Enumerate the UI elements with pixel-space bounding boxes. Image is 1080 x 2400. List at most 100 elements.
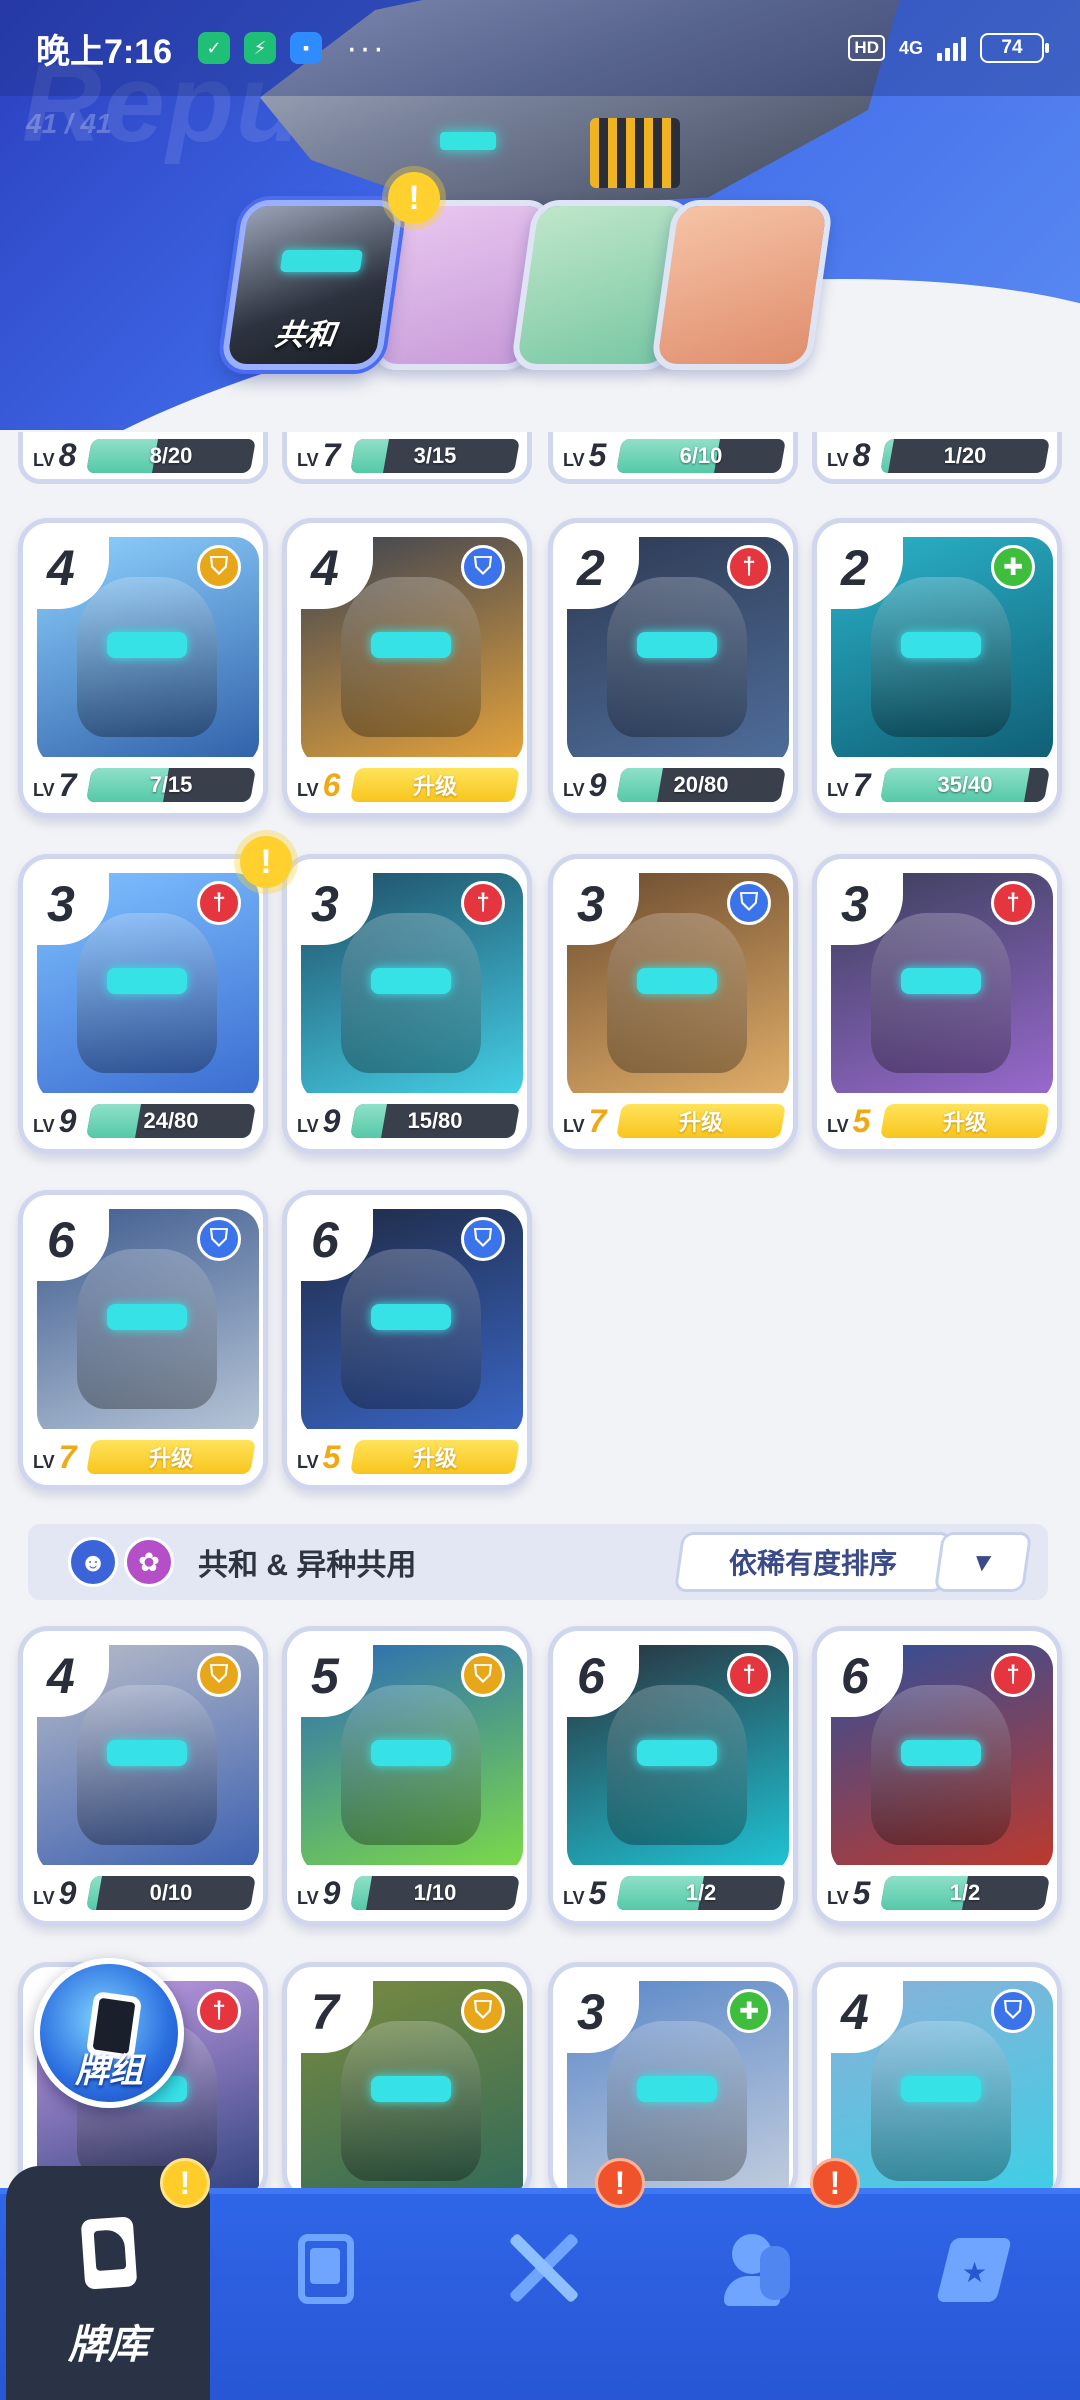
signal-icon [937,35,966,61]
battle-swords-icon [508,2228,580,2308]
card-level: LV 5 [827,1874,871,1911]
unit-card[interactable]: 3 † LV 9 15/80 [282,854,532,1154]
nav-alert-icon: ! [160,2158,210,2208]
unit-visor [637,632,717,658]
card-level: LV 5 [563,437,607,473]
card-progress: 15/80 [350,1104,520,1138]
shop-icon [290,2228,360,2308]
unit-card[interactable]: 4 ⛉ LV 6 升级 [282,518,532,818]
unit-card[interactable]: 7 ⛉ [282,1962,532,2202]
unit-card[interactable]: 2 ✚ LV 7 35/40 [812,518,1062,818]
sword-icon: † [991,881,1035,925]
card-progress: 35/40 [880,768,1050,802]
card-footer: LV 9 15/80 [287,1093,527,1149]
shield-icon: ⛉ [461,545,505,589]
shield-icon: ⛉ [461,1989,505,2033]
unit-visor [637,1740,717,1766]
card-progress: 1/10 [350,1876,520,1910]
faction-tab-republic[interactable]: 共和 [220,200,404,370]
faction-tab-label: 共和 [272,319,338,352]
sort-dropdown-toggle[interactable]: ▼ [933,1532,1033,1592]
card-footer: LV 7 升级 [553,1093,793,1149]
republic-faction-icon: ☻ [68,1537,118,1587]
card-level: LV 6 [297,766,341,803]
card-progress: 24/80 [86,1104,256,1138]
nav-alert-icon: ! [810,2158,860,2208]
card-level: LV 8 [33,437,77,473]
message-app-icon: ▪ [290,32,323,64]
more-icon: ··· [346,28,387,67]
nav-battle-pass[interactable]: ★ [918,2188,1028,2400]
unit-visor [107,632,187,658]
sword-icon: † [461,881,505,925]
nav-shop[interactable] [270,2188,380,2400]
upgrade-button[interactable]: 升级 [350,768,520,802]
unit-card[interactable]: 5 ⛉ LV 9 1/10 [282,1626,532,1926]
card-progress: 8/20 [86,438,256,473]
card-footer: LV 9 0/10 [23,1865,263,1921]
upgrade-button[interactable]: 升级 [86,1440,256,1474]
unit-visor [371,968,451,994]
card-footer-partial[interactable]: LV 8 8/20 [18,432,268,484]
card-footer: LV 7 35/40 [817,757,1057,813]
sword-icon: † [991,1653,1035,1697]
card-progress: 6/10 [616,438,786,473]
unit-card[interactable]: 4 ⛉ LV 9 0/10 [18,1626,268,1926]
upgrade-button[interactable]: 升级 [616,1104,786,1138]
network-type: 4G [898,38,923,58]
card-footer-partial[interactable]: LV 8 1/20 [812,432,1062,484]
unit-card[interactable]: 3 ✚ [548,1962,798,2202]
friends-icon [720,2228,790,2308]
chevron-down-icon: ▼ [968,1546,999,1577]
card-level: LV 5 [563,1874,607,1911]
card-footer: LV 9 24/80 [23,1093,263,1149]
unit-card[interactable]: 3 † LV 5 升级 [812,854,1062,1154]
card-footer: LV 5 1/2 [553,1865,793,1921]
card-footer-partial[interactable]: LV 7 3/15 [282,432,532,484]
plus-icon: ✚ [727,1989,771,2033]
upgrade-button[interactable]: 升级 [880,1104,1050,1138]
progress-label: 升级 [678,1110,723,1135]
progress-label: 20/80 [673,772,729,797]
unit-card[interactable]: 6 † LV 5 1/2 [548,1626,798,1926]
sort-label: 依稀有度排序 [728,1548,897,1579]
progress-label: 升级 [412,1446,457,1471]
nav-battle[interactable] [488,2188,598,2400]
unit-card[interactable]: 2 † LV 9 20/80 [548,518,798,818]
unit-visor [901,2076,981,2102]
unit-card[interactable]: 6 ⛉ LV 7 升级 [18,1190,268,1490]
unit-visor [107,1304,187,1330]
shared-section-label: 共和 & 异种共用 [198,1549,417,1582]
unit-card[interactable]: 3 † LV 9 24/80 [18,854,268,1154]
card-level: LV 9 [563,766,607,803]
card-level: LV 9 [33,1102,77,1139]
unit-visor [371,1740,451,1766]
progress-label: 15/80 [407,1108,463,1133]
card-footer: LV 7 7/15 [23,757,263,813]
plus-icon: ✚ [991,545,1035,589]
unit-card[interactable]: 4 ⛉ LV 7 7/15 [18,518,268,818]
unit-card[interactable]: 6 † LV 5 1/2 [812,1626,1062,1926]
card-count: 41 / 41 [26,108,112,139]
unit-card[interactable]: 3 ⛉ LV 7 升级 [548,854,798,1154]
card-footer-partial[interactable]: LV 5 6/10 [548,432,798,484]
upgrade-button[interactable]: 升级 [350,1440,520,1474]
nav-social[interactable] [700,2188,810,2400]
unit-card[interactable]: 6 ⛉ LV 5 升级 [282,1190,532,1490]
bottom-nav: 牌库 ★ [0,2166,1080,2400]
hd-badge: HD [848,35,885,61]
faction-tab-4[interactable] [650,200,834,370]
unit-visor [637,2076,717,2102]
sort-button[interactable]: 依稀有度排序 [673,1532,953,1592]
deck-button[interactable]: 牌组 [34,1958,184,2108]
status-bar: 晚上7:16 ✓ ⚡ ▪ ··· HD 4G 74 [0,0,1080,96]
card-footer: LV 9 1/10 [287,1865,527,1921]
status-time: 晚上7:16 [36,32,173,71]
card-level: LV 5 [827,1102,871,1139]
card-level: LV 7 [297,437,341,473]
battle-pass-icon: ★ [936,2228,1012,2308]
progress-label: 升级 [148,1446,193,1471]
card-level: LV 9 [297,1874,341,1911]
unit-visor [371,2076,451,2102]
progress-label: 1/2 [949,1880,981,1905]
